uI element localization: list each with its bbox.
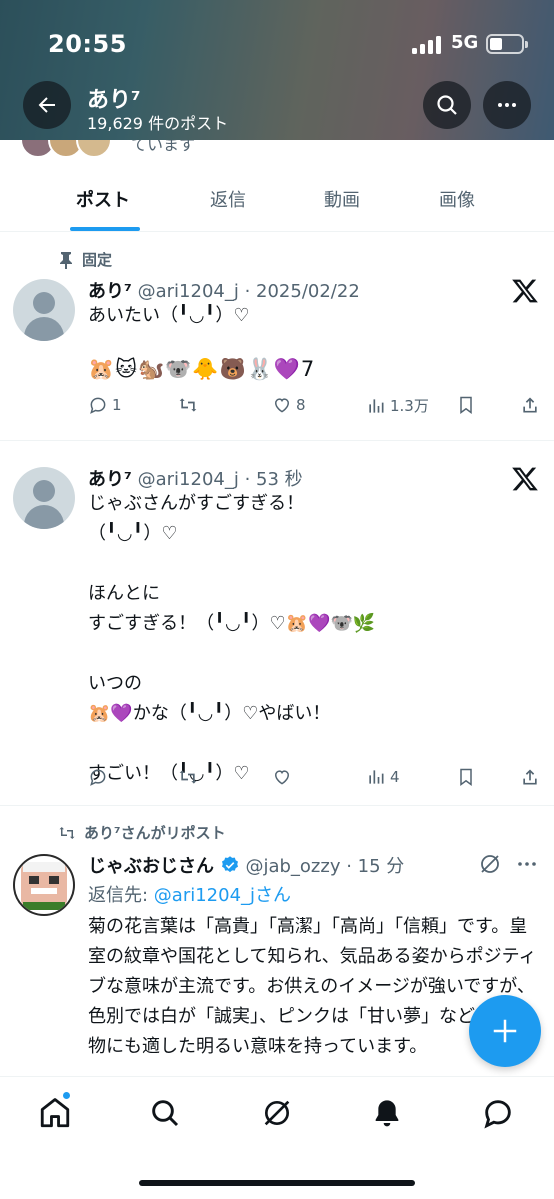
nav-search[interactable] (145, 1093, 185, 1133)
post-count: 19,629 件のポスト (87, 114, 229, 133)
share-icon (523, 769, 537, 785)
grok-icon (264, 1100, 290, 1126)
status-time: 20:55 (48, 30, 127, 58)
views-button[interactable]: 4 (366, 767, 400, 787)
bookmark-icon (460, 768, 472, 786)
nav-messages[interactable] (478, 1093, 518, 1133)
battery-icon (486, 34, 528, 54)
followers-text: ています (131, 140, 196, 154)
follower-avatar (76, 140, 112, 158)
reply-to-handle[interactable]: @ari1204_jさん (154, 885, 291, 906)
heart-icon (274, 770, 290, 785)
like-count: 8 (296, 396, 306, 414)
status-bar: 20:55 5G (0, 0, 554, 80)
share-icon (523, 397, 537, 413)
signal-icon (412, 36, 444, 54)
views-button[interactable]: 1.3万 (366, 395, 429, 416)
bell-icon (375, 1100, 399, 1127)
view-count: 4 (390, 768, 400, 786)
views-icon (369, 770, 384, 784)
back-button[interactable] (23, 81, 71, 129)
pin-icon (60, 251, 72, 269)
more-icon (498, 103, 516, 107)
post-meta: じゃぶおじさん @jab_ozzy · 15 分 (88, 852, 404, 878)
bookmark-icon (460, 396, 472, 414)
author-handle-date: @ari1204_j · 2025/02/22 (131, 281, 360, 302)
reply-icon (90, 769, 106, 786)
bookmark-button[interactable] (456, 767, 476, 787)
avatar[interactable] (13, 279, 75, 341)
view-count: 1.3万 (390, 397, 429, 415)
post-actions: 1 8 1.3万 (88, 395, 548, 421)
share-button[interactable] (520, 767, 540, 787)
home-icon (40, 1098, 70, 1128)
post-emoji-line: 🐹🐱🐿️🐨🐥🐻🐰💜7 (88, 357, 316, 381)
active-tab-indicator (70, 227, 140, 231)
home-indicator[interactable] (139, 1180, 415, 1186)
author-name[interactable]: あり⁷ (88, 469, 132, 490)
post-text: じゃぶさんがすごすぎる！ （╹◡╹）♡ ほんとに すごすぎる！（╹◡╹）♡🐹💜🐨… (88, 493, 376, 784)
bookmark-button[interactable] (456, 395, 476, 415)
message-icon (484, 1100, 511, 1129)
like-button[interactable] (272, 767, 292, 787)
post-actions: 4 (88, 767, 548, 793)
search-icon (437, 95, 457, 115)
reply-button[interactable] (88, 767, 108, 787)
author-name[interactable]: じゃぶおじさん (88, 856, 214, 877)
avatar[interactable] (13, 854, 75, 916)
tab-videos[interactable]: 動画 (324, 186, 360, 212)
post-meta: あり⁷ @ari1204_j · 53 秒 (88, 465, 303, 491)
more-button[interactable] (483, 81, 531, 129)
post-pinned[interactable]: 固定 あり⁷ @ari1204_j · 2025/02/22 あいたい（╹◡╹）… (0, 233, 554, 441)
pinned-label: 固定 (58, 249, 112, 270)
author-handle-time: @jab_ozzy · 15 分 (239, 856, 405, 877)
nav-grok[interactable] (257, 1093, 297, 1133)
post-text: あいたい（╹◡╹）♡ (88, 305, 250, 326)
search-button[interactable] (423, 81, 471, 129)
reply-to-label: 返信先: (88, 885, 154, 906)
post[interactable]: あり⁷ @ari1204_j · 53 秒 じゃぶさんがすごすぎる！ （╹◡╹）… (0, 441, 554, 806)
repost-button[interactable] (178, 395, 198, 415)
tab-posts[interactable]: ポスト (76, 186, 130, 212)
network-label: 5G (451, 32, 479, 53)
repost-button[interactable] (178, 767, 198, 787)
post-meta: あり⁷ @ari1204_j · 2025/02/22 (88, 277, 360, 303)
repost-icon (59, 826, 75, 839)
tab-replies[interactable]: 返信 (210, 186, 246, 212)
more-icon[interactable] (515, 852, 539, 876)
repost-icon (179, 770, 197, 784)
verified-badge-icon (221, 856, 238, 873)
avatar[interactable] (13, 467, 75, 529)
reply-count: 1 (112, 396, 122, 414)
reply-button[interactable]: 1 (88, 395, 122, 415)
profile-followers-strip: ています (0, 140, 554, 162)
notification-dot (62, 1091, 71, 1100)
views-icon (369, 398, 384, 413)
like-button[interactable]: 8 (272, 395, 306, 415)
profile-tabs: ポスト 返信 動画 画像 (0, 172, 554, 232)
tab-images[interactable]: 画像 (439, 186, 475, 212)
author-handle-time: @ari1204_j · 53 秒 (131, 469, 303, 490)
reply-icon (90, 397, 106, 414)
plus-icon (493, 1019, 517, 1043)
reply-to-line: 返信先: @ari1204_jさん (88, 881, 291, 907)
nav-notifications[interactable] (367, 1093, 407, 1133)
heart-icon (274, 398, 290, 413)
author-name[interactable]: あり⁷ (88, 281, 132, 302)
repost-context: あり⁷さんがリポスト (58, 822, 226, 843)
compose-button[interactable] (469, 995, 541, 1067)
grok-icon[interactable] (478, 852, 502, 876)
search-icon (152, 1100, 179, 1127)
repost-icon (179, 398, 197, 412)
arrow-left-icon (38, 97, 55, 113)
share-button[interactable] (520, 395, 540, 415)
